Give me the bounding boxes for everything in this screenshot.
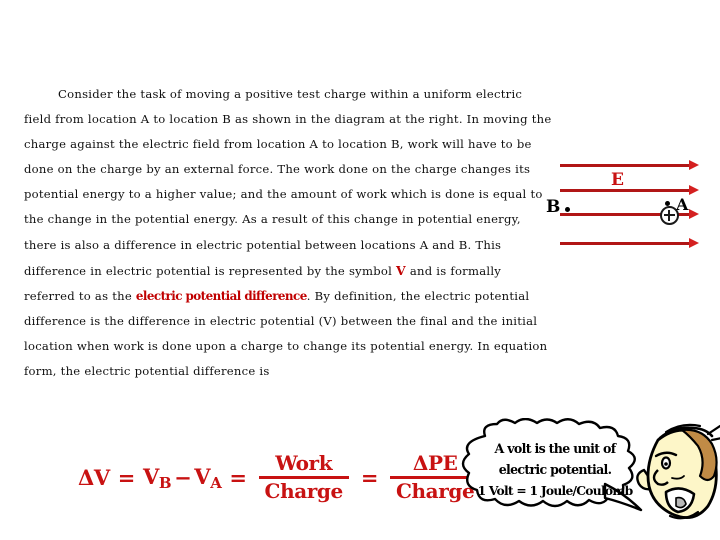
field-line-4: [560, 238, 699, 248]
eq-v-a-subscript: A: [210, 473, 222, 492]
arrow-head-icon: [689, 185, 699, 195]
arrow-head-icon: [689, 209, 699, 219]
potential-difference-equation: ΔV = VB − VA = Work Charge = ΔPE Charge: [78, 452, 484, 503]
arrow-head-icon: [689, 238, 699, 248]
point-label-b: B: [546, 197, 561, 217]
fraction-1-numerator: Work: [275, 451, 333, 475]
paragraph-part-1: Consider the task of moving a positive t…: [24, 87, 552, 278]
key-term-electric-potential-difference: electric potential difference: [135, 288, 307, 303]
point-marker-b-icon: [565, 207, 570, 212]
bubble-line-2: electric potential.: [498, 462, 612, 477]
symbol-v-emphasis: V: [396, 262, 406, 278]
eq-v-b: VB: [143, 463, 172, 492]
positive-test-charge-icon: [660, 206, 679, 225]
electric-field-diagram: E B A: [546, 150, 712, 258]
eq-v-b-subscript: B: [158, 473, 172, 492]
eq-equals-3: =: [360, 465, 379, 490]
lesson-paragraph: Consider the task of moving a positive t…: [24, 82, 552, 384]
fraction-1-denominator: Charge: [264, 479, 344, 503]
bubble-line-1: A volt is the unit of: [494, 441, 617, 456]
eq-delta-v: ΔV: [78, 465, 110, 490]
eq-equals-1: =: [117, 465, 136, 490]
eq-minus: −: [174, 465, 192, 490]
field-label-e: E: [611, 170, 624, 190]
arrow-head-icon: [689, 160, 699, 170]
cartoon-character-icon: [636, 423, 720, 520]
bubble-line-3: 1 Volt = 1 Joule/Coulomb: [477, 483, 634, 498]
fraction-work-over-charge: Work Charge: [258, 451, 349, 503]
field-line-2: [560, 185, 699, 195]
slide-canvas: Consider the task of moving a positive t…: [0, 0, 720, 540]
speech-bubble: A volt is the unit of electric potential…: [455, 418, 655, 518]
field-line-1: [560, 160, 699, 170]
eq-equals-2: =: [229, 465, 247, 490]
speech-bubble-text: A volt is the unit of electric potential…: [471, 438, 639, 501]
eq-v-a: VA: [194, 463, 222, 492]
